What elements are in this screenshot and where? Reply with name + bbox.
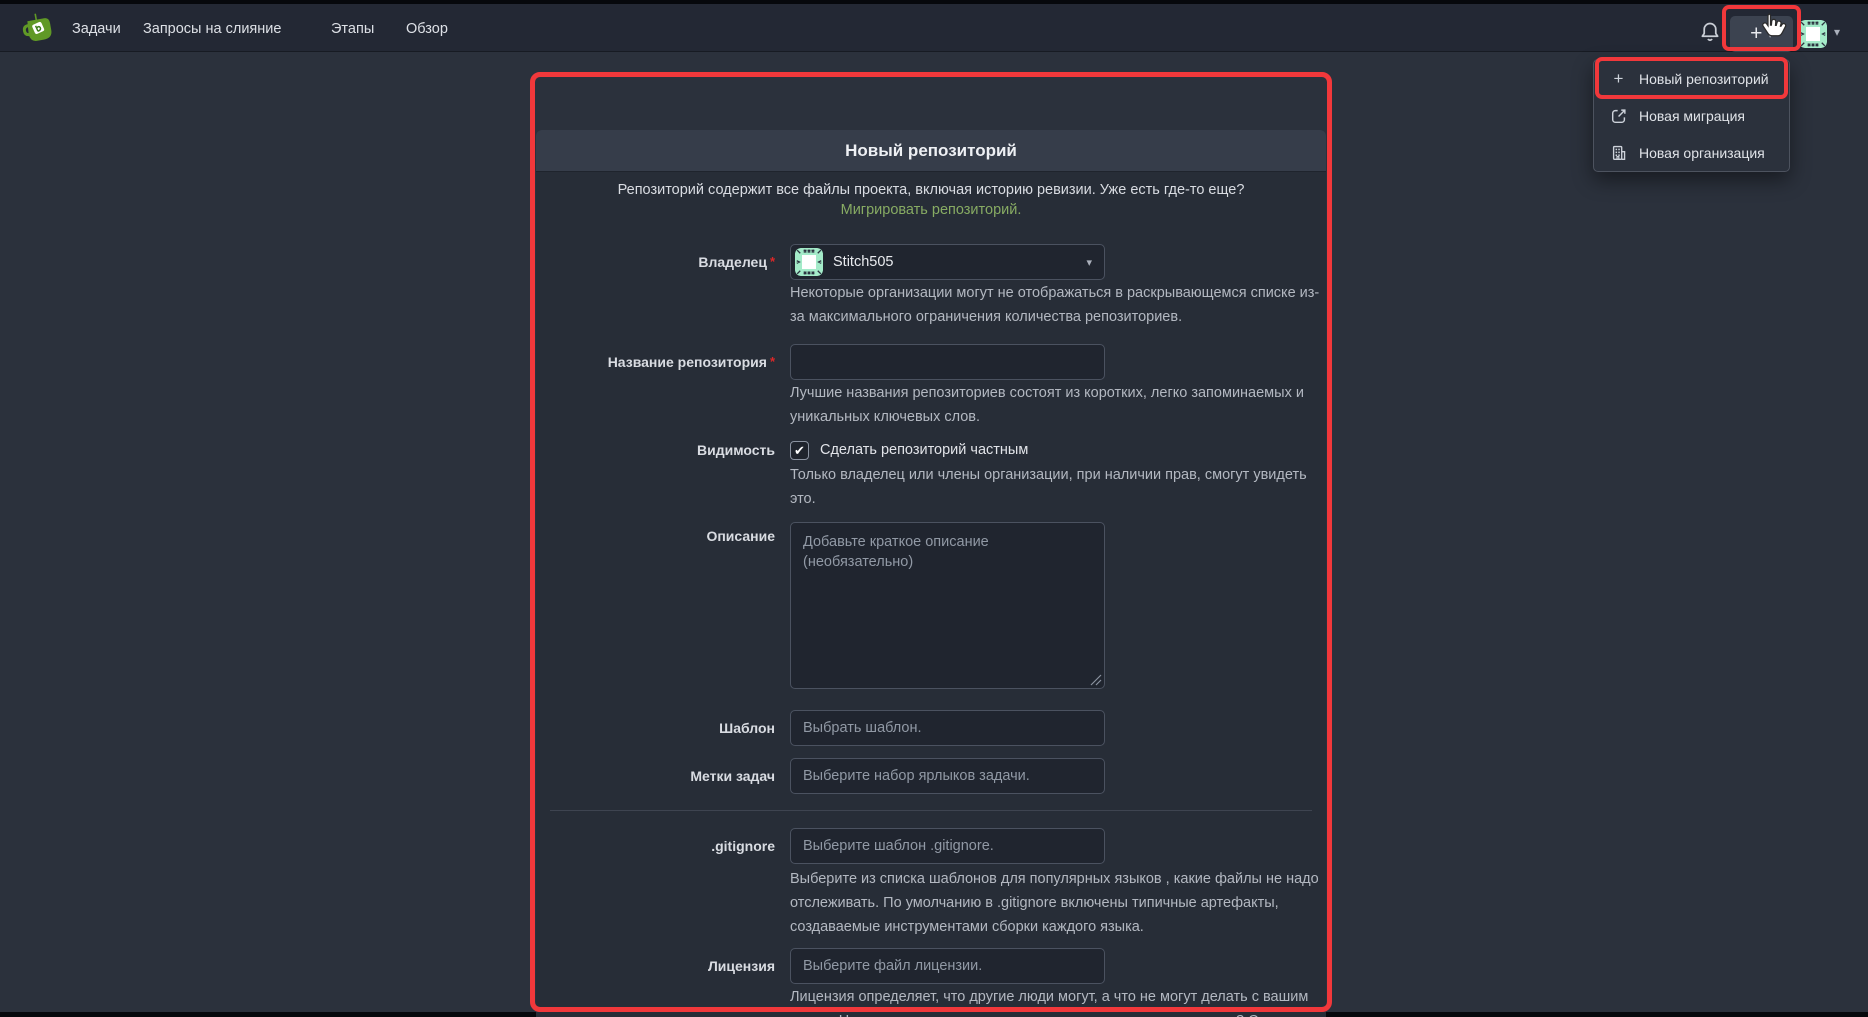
nav-item-pull-requests[interactable]: Запросы на слияние — [143, 19, 281, 39]
visibility-help: Только владелец или члены организации, п… — [790, 463, 1326, 511]
gitignore-help: Выберите из списка шаблонов для популярн… — [790, 867, 1326, 939]
page-title: Новый репозиторий — [845, 141, 1017, 161]
chevron-down-icon: ▾ — [1767, 28, 1773, 41]
repo-name-label-text: Название репозитория — [608, 354, 767, 370]
gitignore-select[interactable] — [790, 828, 1105, 864]
bell-icon — [1698, 20, 1722, 44]
intro-text: Репозиторий содержит все файлы проекта, … — [618, 182, 1245, 198]
create-menu: + Новый репозиторий Новая миграция — [1593, 59, 1790, 172]
identicon-avatar — [795, 248, 823, 276]
license-select[interactable] — [790, 948, 1105, 984]
nav-item-explore[interactable]: Обзор — [406, 19, 448, 39]
license-help: Лицензия определяет, что другие люди мог… — [790, 985, 1326, 1017]
form-divider — [550, 810, 1312, 811]
chevron-down-icon[interactable]: ▾ — [1834, 25, 1840, 39]
create-new-button[interactable]: + ▾ — [1730, 16, 1793, 52]
plus-icon: + — [1750, 24, 1762, 44]
check-icon: ✔ — [794, 443, 805, 458]
plus-icon: + — [1609, 69, 1628, 88]
gitignore-label: .gitignore — [536, 828, 775, 864]
menu-item-label: Новый репозиторий — [1639, 71, 1769, 87]
organization-icon — [1609, 143, 1628, 162]
new-repository-form: Новый репозиторий Репозиторий содержит в… — [536, 130, 1326, 1017]
visibility-label: Видимость — [536, 440, 775, 460]
form-header: Новый репозиторий — [536, 130, 1326, 172]
gitea-logo-icon[interactable] — [16, 11, 54, 49]
nav-item-issues[interactable]: Задачи — [72, 19, 121, 39]
template-label: Шаблон — [536, 710, 775, 746]
chevron-down-icon: ▾ — [1086, 256, 1092, 269]
menu-item-new-organization[interactable]: Новая организация — [1594, 134, 1789, 171]
notifications-button[interactable] — [1698, 20, 1722, 44]
identicon-avatar — [1799, 20, 1827, 48]
page: Задачи Запросы на слияние Этапы Обзор + … — [0, 0, 1868, 1017]
repo-name-label: Название репозитория* — [536, 344, 775, 380]
description-label: Описание — [536, 526, 775, 546]
migrate-repository-link[interactable]: Мигрировать репозиторий. — [841, 202, 1022, 218]
nav-item-milestones[interactable]: Этапы — [331, 19, 374, 39]
owner-select[interactable]: Stitch505 ▾ — [790, 244, 1105, 280]
repo-name-help: Лучшие названия репозиториев состоят из … — [790, 381, 1326, 429]
private-checkbox[interactable]: ✔ — [790, 441, 809, 460]
template-select[interactable] — [790, 710, 1105, 746]
private-checkbox-label[interactable]: Сделать репозиторий частным — [820, 440, 1028, 460]
description-textarea[interactable] — [790, 522, 1105, 689]
license-label: Лицензия — [536, 948, 775, 984]
menu-item-new-migration[interactable]: Новая миграция — [1594, 97, 1789, 134]
page-content: Новый репозиторий Репозиторий содержит в… — [0, 52, 1868, 1012]
required-mark: * — [770, 254, 775, 269]
menu-item-label: Новая миграция — [1639, 108, 1745, 124]
user-avatar[interactable] — [1799, 20, 1827, 48]
navbar: Задачи Запросы на слияние Этапы Обзор + … — [0, 4, 1868, 52]
issue-labels-label: Метки задач — [536, 758, 775, 794]
repo-name-input[interactable] — [790, 344, 1105, 380]
owner-label: Владелец* — [536, 244, 775, 280]
menu-item-new-repository[interactable]: + Новый репозиторий — [1594, 60, 1789, 97]
owner-help: Некоторые организации могут не отображат… — [790, 281, 1326, 329]
owner-avatar — [795, 248, 823, 276]
owner-value: Stitch505 — [833, 254, 893, 270]
migration-icon — [1609, 106, 1628, 125]
license-help-text: Лицензия определяет, что другие люди мог… — [790, 989, 1314, 1017]
owner-label-text: Владелец — [698, 254, 767, 270]
form-intro: Репозиторий содержит все файлы проекта, … — [581, 180, 1281, 220]
issue-labels-select[interactable] — [790, 758, 1105, 794]
menu-item-label: Новая организация — [1639, 145, 1765, 161]
required-mark: * — [770, 354, 775, 369]
